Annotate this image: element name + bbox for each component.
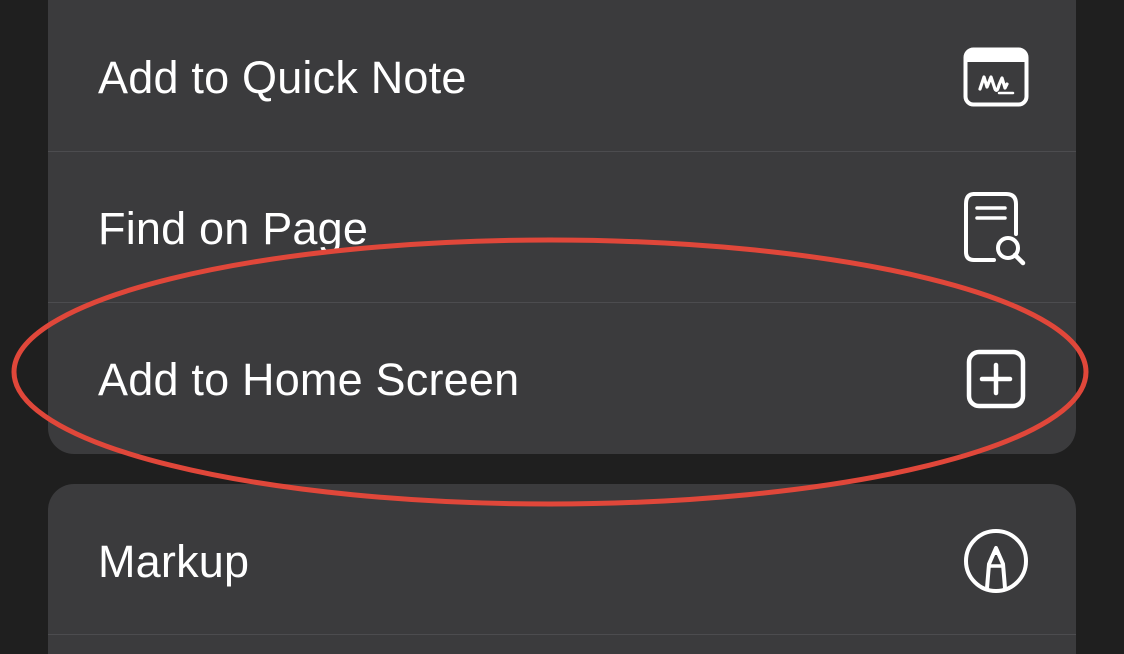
menu-item-label: Add to Quick Note <box>98 51 467 103</box>
quick-note-icon <box>962 43 1030 111</box>
menu-item-label: Add to Home Screen <box>98 353 520 405</box>
menu-item-markup[interactable]: Markup <box>48 486 1076 636</box>
markup-pen-icon <box>962 527 1030 595</box>
separator <box>48 151 1076 152</box>
add-square-icon <box>962 345 1030 413</box>
separator <box>48 302 1076 303</box>
menu-item-label: Find on Page <box>98 202 369 254</box>
action-group-primary: Add to Quick Note Find on Page Add to Ho… <box>48 0 1076 454</box>
menu-item-add-to-home-screen[interactable]: Add to Home Screen <box>48 304 1076 454</box>
find-on-page-icon <box>962 192 1030 266</box>
separator <box>48 634 1076 635</box>
menu-item-find-on-page[interactable]: Find on Page <box>48 153 1076 303</box>
menu-item-add-to-quick-note[interactable]: Add to Quick Note <box>48 2 1076 152</box>
action-group-secondary: Markup <box>48 484 1076 654</box>
share-sheet-screen: Add to Quick Note Find on Page Add to Ho… <box>0 0 1124 654</box>
menu-item-label: Markup <box>98 535 250 587</box>
